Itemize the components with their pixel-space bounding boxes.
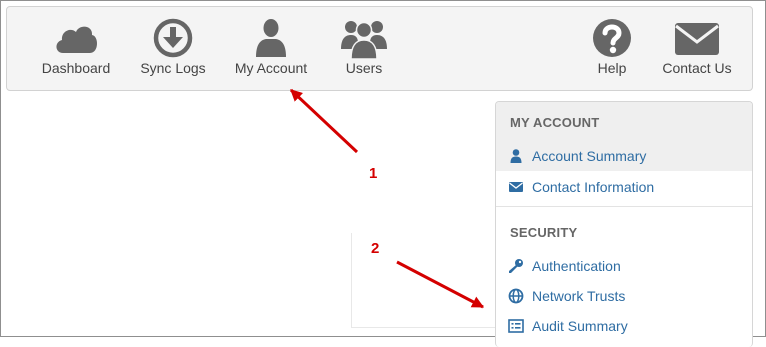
- users-icon: [341, 21, 387, 60]
- nav-users-label: Users: [345, 60, 383, 76]
- sidebar-item-label: Authentication: [532, 258, 621, 274]
- annotation-marker-2: 2: [371, 240, 380, 257]
- sidebar-item-contact-information[interactable]: Contact Information: [496, 172, 752, 202]
- user-icon: [256, 19, 286, 57]
- account-sidebar: MY ACCOUNT Account Summary Contact Infor…: [495, 101, 753, 347]
- nav-contact-us[interactable]: Contact Us: [655, 7, 739, 90]
- nav-sync-logs-label: Sync Logs: [140, 60, 206, 76]
- security-heading: SECURITY: [510, 225, 578, 240]
- my-account-heading: MY ACCOUNT: [510, 115, 600, 130]
- top-navigation-bar: Dashboard Sync Logs My Account Users Hel…: [6, 6, 753, 91]
- download-icon: [153, 18, 193, 58]
- annotation-marker-1: 1: [369, 165, 378, 182]
- cloud-icon: [56, 26, 98, 53]
- help-icon: [593, 19, 631, 57]
- sidebar-item-label: Contact Information: [532, 179, 655, 195]
- nav-help-label: Help: [597, 60, 627, 76]
- nav-contact-us-label: Contact Us: [662, 60, 732, 76]
- envelope-icon: [509, 182, 523, 192]
- user-icon: [510, 149, 522, 163]
- sidebar-item-account-summary[interactable]: Account Summary: [496, 141, 752, 171]
- sidebar-item-label: Network Trusts: [532, 288, 626, 304]
- nav-sync-logs[interactable]: Sync Logs: [128, 7, 218, 90]
- list-icon: [508, 319, 524, 333]
- sidebar-item-network-trusts[interactable]: Network Trusts: [496, 281, 752, 311]
- nav-help[interactable]: Help: [582, 7, 642, 90]
- nav-users[interactable]: Users: [328, 7, 400, 90]
- nav-my-account-label: My Account: [234, 60, 308, 76]
- sidebar-item-label: Account Summary: [532, 148, 647, 164]
- envelope-icon: [675, 23, 719, 55]
- sidebar-item-authentication[interactable]: Authentication: [496, 251, 752, 281]
- sidebar-divider: [496, 206, 752, 207]
- nav-dashboard-label: Dashboard: [41, 60, 111, 76]
- nav-my-account[interactable]: My Account: [228, 7, 314, 90]
- nav-dashboard[interactable]: Dashboard: [31, 7, 121, 90]
- globe-icon: [508, 288, 524, 304]
- key-icon: [509, 259, 523, 273]
- sidebar-item-label: Audit Summary: [532, 318, 628, 334]
